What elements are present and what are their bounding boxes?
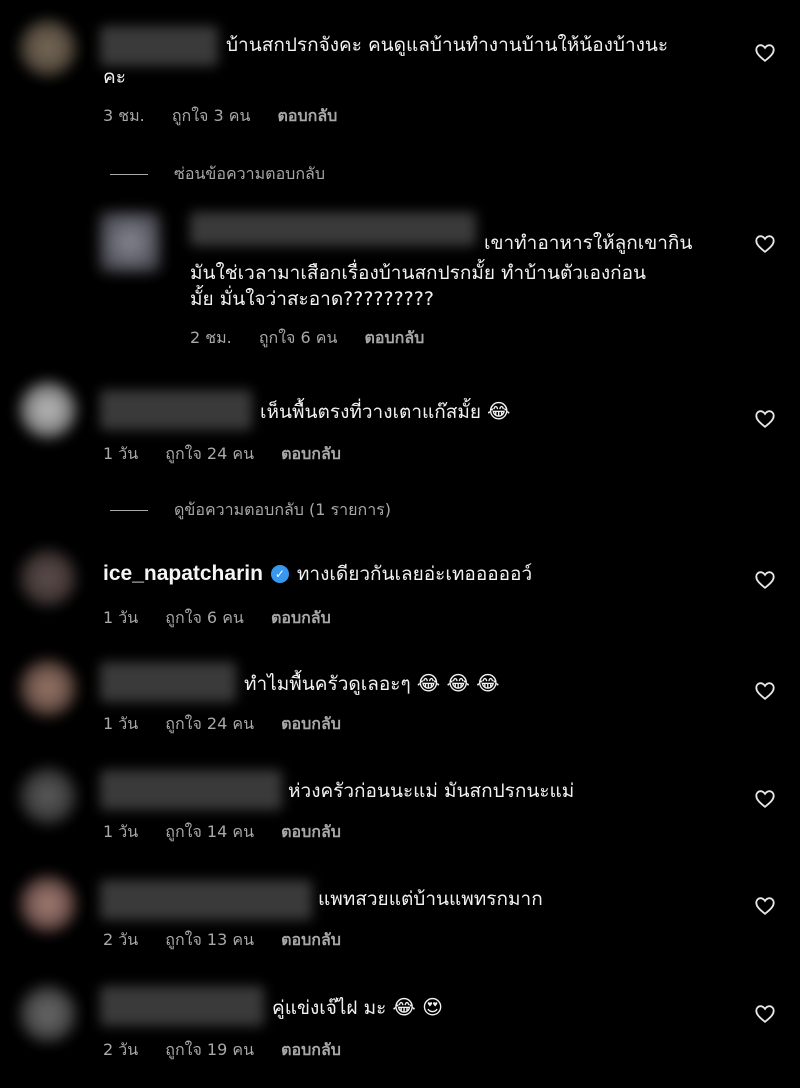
like-count[interactable]: ถูกใจ 3 คน [172, 106, 251, 125]
comment-text-cont: คะ [103, 66, 126, 88]
comment-meta: 2 ชม. ถูกใจ 6 คน ตอบกลับ [190, 326, 446, 351]
avatar[interactable] [20, 768, 76, 824]
reply-button[interactable]: ตอบกลับ [281, 1040, 341, 1059]
laughing-emoji: 😂 😂 😂 [416, 671, 500, 695]
heart-outline-icon[interactable] [754, 1003, 776, 1025]
timestamp: 2 ชม. [190, 328, 232, 347]
comment-text: บ้านสกปรกจังคะ คนดูแลบ้านทำงานบ้านให้น้อ… [226, 34, 669, 56]
avatar[interactable] [20, 382, 76, 438]
username-blurred[interactable] [100, 880, 312, 920]
comment-text: เขาทำอาหารให้ลูกเขากิน [484, 232, 693, 254]
laughing-emoji: 😂 [487, 399, 511, 423]
reply-button[interactable]: ตอบกลับ [281, 714, 341, 733]
heart-outline-icon[interactable] [754, 895, 776, 917]
comment-meta: 2 วัน ถูกใจ 13 คน ตอบกลับ [103, 928, 363, 953]
heart-outline-icon[interactable] [754, 680, 776, 702]
comment-meta: 1 วัน ถูกใจ 24 คน ตอบกลับ [103, 712, 363, 737]
reply-button[interactable]: ตอบกลับ [281, 444, 341, 463]
reply-button[interactable]: ตอบกลับ [365, 328, 425, 347]
heart-outline-icon[interactable] [754, 788, 776, 810]
comment-text: ห่วงครัวก่อนนะแม่ มันสกปรกนะแม่ [288, 780, 575, 802]
username-blurred[interactable] [100, 26, 218, 66]
reply-button[interactable]: ตอบกลับ [271, 608, 331, 627]
like-count[interactable]: ถูกใจ 6 คน [259, 328, 338, 347]
timestamp: 1 วัน [103, 608, 139, 627]
timestamp: 2 วัน [103, 930, 139, 949]
heart-outline-icon[interactable] [754, 408, 776, 430]
heart-outline-icon[interactable] [754, 569, 776, 591]
heart-outline-icon[interactable] [754, 42, 776, 64]
avatar[interactable] [100, 212, 160, 272]
heart-outline-icon[interactable] [754, 233, 776, 255]
timestamp: 1 วัน [103, 822, 139, 841]
comment-meta: 1 วัน ถูกใจ 6 คน ตอบกลับ [103, 606, 353, 631]
comment-text: ice_napatcharin ✓ ทางเดียวกันเลยอ่ะเทอออออ… [103, 562, 533, 585]
comment-meta: 1 วัน ถูกใจ 24 คน ตอบกลับ [103, 442, 363, 467]
username[interactable]: ice_napatcharin [103, 562, 263, 585]
comment-meta: 3 ชม. ถูกใจ 3 คน ตอบกลับ [103, 104, 359, 129]
emoji-group: 😂 😍 [392, 995, 443, 1019]
divider-line [110, 510, 148, 511]
comment-text: แพทสวยแต่บ้านแพทรกมาก [318, 888, 543, 910]
username-blurred[interactable] [100, 986, 264, 1026]
timestamp: 3 ชม. [103, 106, 145, 125]
like-count[interactable]: ถูกใจ 24 คน [165, 714, 254, 733]
divider-line [110, 174, 148, 175]
comment-text-cont: มั้ย มั่นใจว่าสะอาด????????? [190, 288, 434, 310]
avatar[interactable] [20, 986, 76, 1042]
username-blurred[interactable] [100, 390, 252, 430]
avatar[interactable] [20, 660, 76, 716]
comment-meta: 1 วัน ถูกใจ 14 คน ตอบกลับ [103, 820, 363, 845]
reply-button[interactable]: ตอบกลับ [281, 822, 341, 841]
username-blurred[interactable] [190, 212, 476, 246]
comment-meta: 2 วัน ถูกใจ 19 คน ตอบกลับ [103, 1038, 363, 1063]
timestamp: 2 วัน [103, 1040, 139, 1059]
avatar[interactable] [20, 550, 76, 606]
hide-replies-button[interactable]: ซ่อนข้อความตอบกลับ [110, 162, 325, 187]
like-count[interactable]: ถูกใจ 24 คน [165, 444, 254, 463]
username-blurred[interactable] [100, 662, 236, 702]
comment-text: คู่แข่งเจ๊ไฝ มะ 😂 😍 [272, 995, 443, 1019]
verified-badge-icon: ✓ [270, 565, 289, 583]
reply-button[interactable]: ตอบกลับ [278, 106, 338, 125]
username-blurred[interactable] [100, 770, 282, 810]
avatar[interactable] [20, 876, 76, 932]
reply-button[interactable]: ตอบกลับ [281, 930, 341, 949]
timestamp: 1 วัน [103, 444, 139, 463]
like-count[interactable]: ถูกใจ 6 คน [165, 608, 244, 627]
comment-text: ทำไมพื้นครัวดูเลอะๆ 😂 😂 😂 [244, 671, 500, 695]
timestamp: 1 วัน [103, 714, 139, 733]
view-replies-button[interactable]: ดูข้อความตอบกลับ (1 รายการ) [110, 498, 391, 523]
comment-text: เห็นพื้นตรงที่วางเตาแก๊สมั้ย 😂 [260, 399, 511, 423]
like-count[interactable]: ถูกใจ 14 คน [165, 822, 254, 841]
like-count[interactable]: ถูกใจ 13 คน [165, 930, 254, 949]
like-count[interactable]: ถูกใจ 19 คน [165, 1040, 254, 1059]
avatar[interactable] [20, 20, 76, 76]
